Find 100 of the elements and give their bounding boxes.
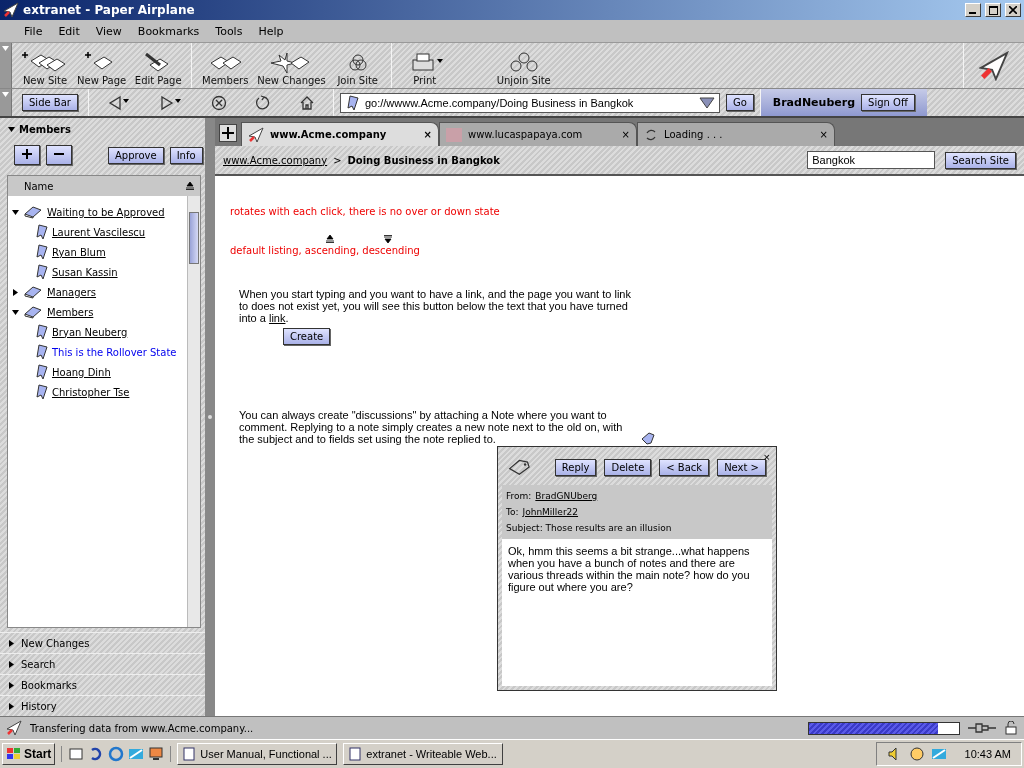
member-link[interactable]: This is the Rollover State xyxy=(52,346,177,358)
photo-placeholder xyxy=(446,127,462,142)
note-button[interactable]: Delete xyxy=(604,458,652,476)
collapse-arrow-icon[interactable] xyxy=(8,126,15,133)
menu-item[interactable]: View xyxy=(87,22,130,40)
lock-icon xyxy=(1004,721,1018,735)
site-search-field[interactable]: Bangkok xyxy=(807,151,936,169)
close-icon xyxy=(1009,6,1017,14)
bookmark-icon xyxy=(34,364,48,380)
reload-button[interactable] xyxy=(254,94,271,111)
menu-item[interactable]: Edit xyxy=(50,22,88,40)
collapse-arrow-icon[interactable] xyxy=(12,208,19,216)
add-button[interactable] xyxy=(14,145,40,165)
toolbar-grip[interactable] xyxy=(0,43,12,88)
search-site-button[interactable]: Search Site xyxy=(945,151,1016,169)
member-link[interactable]: Hoang Dinh xyxy=(52,366,111,378)
media-icon xyxy=(930,746,947,762)
collapse-arrow-icon[interactable] xyxy=(12,308,19,316)
browser-tab[interactable]: www.lucaspapaya.com × xyxy=(439,122,637,146)
minimize-button[interactable] xyxy=(965,3,981,17)
note-button[interactable]: Reply xyxy=(554,458,597,476)
reload-icon xyxy=(254,94,271,111)
stop-button[interactable] xyxy=(210,94,227,111)
toolbar-button[interactable]: Print xyxy=(397,51,452,86)
note-subject: Subject: Those results are an illusion xyxy=(506,523,673,533)
sidebar-panel-header[interactable]: Bookmarks xyxy=(0,674,205,695)
maximize-icon xyxy=(988,5,998,15)
stop-icon xyxy=(210,94,227,111)
taskbar-button[interactable]: extranet - Writeable Web... xyxy=(343,743,504,765)
document-icon xyxy=(182,747,197,761)
document-icon xyxy=(348,747,363,761)
new-tab-button[interactable] xyxy=(219,124,237,142)
browser-tab[interactable]: Loading . . . × xyxy=(637,122,835,146)
forward-button[interactable] xyxy=(158,94,183,111)
expand-arrow-icon[interactable] xyxy=(8,639,15,647)
sidebar-button[interactable]: Approve xyxy=(108,146,164,164)
bookmark-icon xyxy=(34,384,48,400)
expand-arrow-icon[interactable] xyxy=(12,288,19,296)
sidebar-panel-header[interactable]: New Changes xyxy=(0,632,205,653)
go-button[interactable]: Go xyxy=(725,94,754,111)
scrollbar[interactable] xyxy=(187,196,200,627)
recipient-link[interactable]: JohnMiller22 xyxy=(522,507,579,517)
toolbar-button[interactable]: Edit Page xyxy=(131,51,186,86)
tab-close-button[interactable]: × xyxy=(423,129,432,140)
browser-icon xyxy=(108,746,125,762)
expand-arrow-icon[interactable] xyxy=(8,702,15,710)
breadcrumb-link[interactable]: www.Acme.company xyxy=(223,154,328,166)
browser-tab[interactable]: www.Acme.company × xyxy=(241,122,439,146)
toolbar-button[interactable]: Members xyxy=(198,51,253,86)
sidebar-panel-header[interactable]: Search xyxy=(0,653,205,674)
toolbar-button[interactable]: New Page xyxy=(74,51,130,86)
sort-descending-icon xyxy=(384,235,392,243)
current-page-title: Doing Business in Bangkok xyxy=(347,154,500,166)
member-link[interactable]: Christopher Tse xyxy=(52,386,130,398)
expand-arrow-icon[interactable] xyxy=(8,681,15,689)
side-bar-button[interactable]: Side Bar xyxy=(22,94,78,111)
menu-item[interactable]: File xyxy=(16,22,51,40)
toolbar-button[interactable]: Unjoin Site xyxy=(493,51,554,86)
menu-item[interactable]: Bookmarks xyxy=(129,22,208,40)
paper-plane-icon xyxy=(248,126,264,143)
tab-close-button[interactable]: × xyxy=(819,129,828,140)
close-button[interactable]: × xyxy=(763,451,770,463)
dropdown-arrow-icon[interactable] xyxy=(2,92,9,97)
toolbar-button[interactable]: New Site xyxy=(18,51,72,86)
desktop-icon xyxy=(68,746,85,762)
menu-item[interactable]: Tools xyxy=(207,22,251,40)
note-button[interactable]: < Back xyxy=(659,458,710,476)
sign-off-button[interactable]: Sign Off xyxy=(861,94,915,111)
tree-group-link[interactable]: Waiting to be Approved xyxy=(47,206,165,218)
toolbar-button[interactable]: New Changes xyxy=(254,51,329,86)
field-label: From: xyxy=(506,491,532,501)
close-button[interactable] xyxy=(1005,3,1021,17)
menu-item[interactable]: Help xyxy=(250,22,292,40)
remove-button[interactable] xyxy=(46,145,72,165)
expand-arrow-icon[interactable] xyxy=(8,660,15,668)
sidebar-button[interactable]: Info xyxy=(169,146,203,164)
member-link[interactable]: Laurent Vascilescu xyxy=(52,226,146,238)
tree-group-link[interactable]: Members xyxy=(47,306,94,318)
tab-close-button[interactable]: × xyxy=(621,129,630,140)
create-button[interactable]: Create xyxy=(283,328,331,345)
member-link[interactable]: Bryan Neuberg xyxy=(52,326,128,338)
tree-group-link[interactable]: Managers xyxy=(47,286,97,298)
member-link[interactable]: Ryan Blum xyxy=(52,246,106,258)
column-header[interactable]: Name xyxy=(24,180,54,192)
book-icon xyxy=(23,285,43,299)
home-button[interactable] xyxy=(298,94,315,111)
note-button[interactable]: Next > xyxy=(717,458,766,476)
start-button[interactable]: Start xyxy=(2,743,56,765)
plus-icon xyxy=(21,148,33,160)
toolbar-grip[interactable] xyxy=(0,89,12,116)
address-field[interactable]: go://wwww.Acme.company/Doing Business in Bangkok xyxy=(339,92,720,113)
member-link[interactable]: Susan Kassin xyxy=(52,266,118,278)
media-icon xyxy=(128,746,145,762)
maximize-button[interactable] xyxy=(985,3,1001,17)
instruction-paragraph: When you start typing and you want to have a link, and the page you want to link to does not exist yet, you will see this button below the text that you have turned into a link. xyxy=(238,288,632,324)
dropdown-arrow-icon[interactable] xyxy=(2,46,9,51)
taskbar-button[interactable]: User Manual, Functional ... xyxy=(177,743,338,765)
toolbar-button[interactable]: Join Site xyxy=(330,51,385,86)
sender-link[interactable]: BradGNUberg xyxy=(535,491,598,501)
sidebar-panel-header[interactable]: History xyxy=(0,695,205,716)
